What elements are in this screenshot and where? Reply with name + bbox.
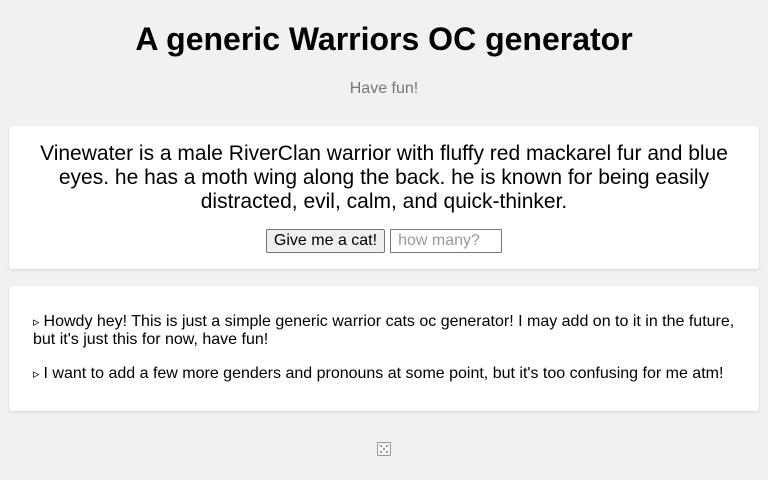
page-title: A generic Warriors OC generator [135,21,633,57]
page-subtitle: Have fun! [349,80,419,97]
generator-card: Vinewater is a male RiverClan warrior wi… [9,126,759,269]
dice-icon[interactable] [376,441,392,457]
bullet-icon: ▹ [33,314,40,329]
note-text: Howdy hey! This is just a simple generic… [33,313,735,348]
bullet-icon: ▹ [33,366,40,381]
notes-card: ▹ Howdy hey! This is just a simple generi… [9,286,759,411]
note-item: ▹ I want to add a few more genders and pr… [33,365,739,383]
note-item: ▹ Howdy hey! This is just a simple generi… [33,313,739,349]
how-many-input[interactable] [390,229,503,253]
generator-controls: Give me a cat! [9,229,759,253]
give-me-a-cat-button[interactable]: Give me a cat! [265,229,386,253]
note-text: I want to add a few more genders and pro… [43,365,724,382]
generated-cat-description: Vinewater is a male RiverClan warrior wi… [40,142,728,213]
